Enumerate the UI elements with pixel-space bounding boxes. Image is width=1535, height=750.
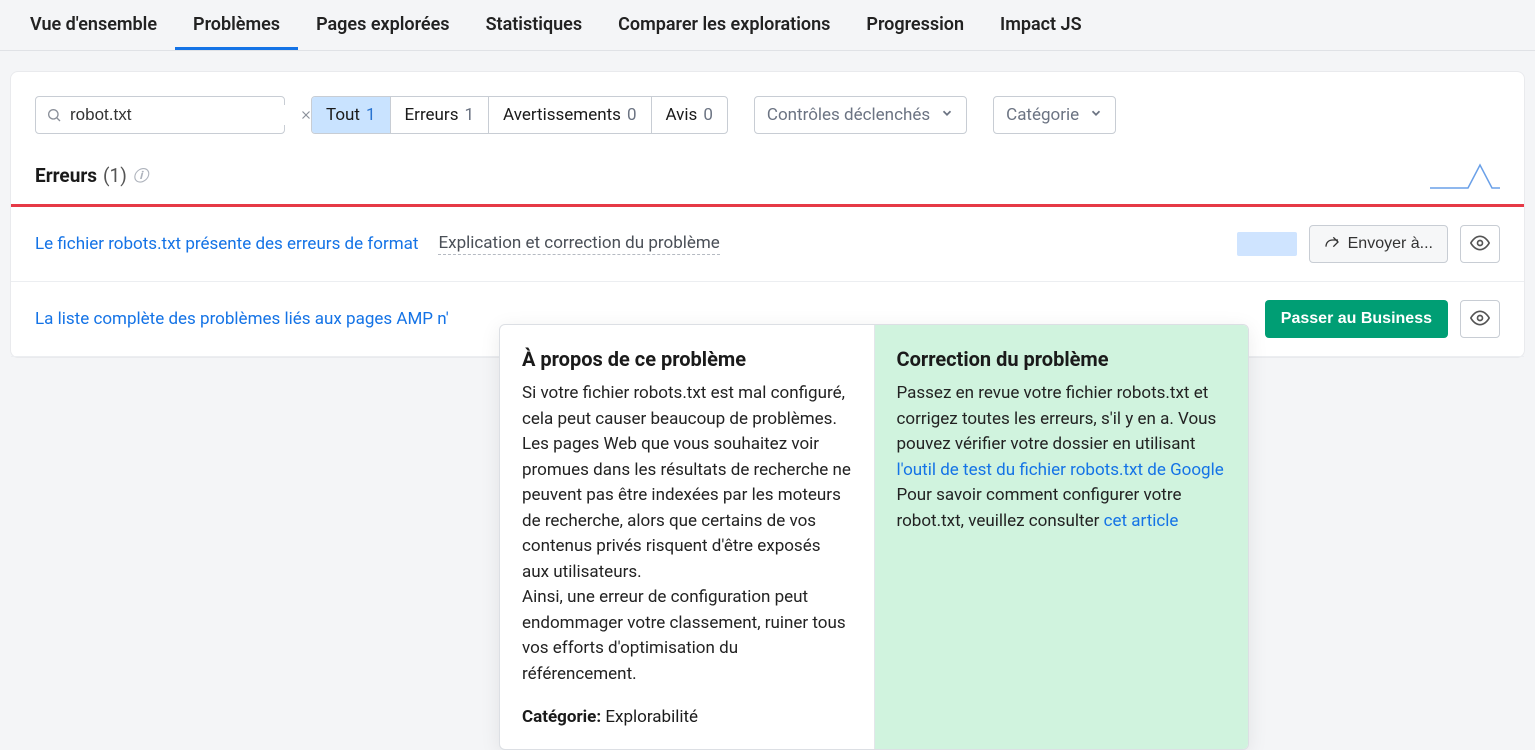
fix-heading: Correction du problème <box>897 347 1227 371</box>
search-icon <box>46 107 62 123</box>
issues-panel: Tout 1 Erreurs 1 Avertissements 0 Avis 0… <box>10 71 1525 358</box>
issue-suffix: n' <box>433 309 449 329</box>
fix-text-part: Passez en revue votre fichier robots.txt… <box>897 383 1217 454</box>
popover-fix: Correction du problème Passez en revue v… <box>875 325 1249 749</box>
nav-compare-crawls[interactable]: Comparer les explorations <box>600 0 848 50</box>
row-actions: Envoyer à... <box>1237 225 1500 263</box>
nav-progress[interactable]: Progression <box>848 0 982 50</box>
category-dropdown[interactable]: Catégorie <box>993 96 1116 134</box>
nav-js-impact[interactable]: Impact JS <box>982 0 1100 50</box>
about-text: Les pages Web que vous souhaitez voir pr… <box>522 432 852 585</box>
filter-errors-count: 1 <box>464 105 474 125</box>
filter-all-count: 1 <box>366 105 376 125</box>
filter-bar: Tout 1 Erreurs 1 Avertissements 0 Avis 0… <box>11 72 1524 152</box>
filter-notices-label: Avis <box>666 105 698 125</box>
view-button[interactable] <box>1460 225 1500 263</box>
issue-link[interactable]: La liste complète des problèmes liés aux… <box>35 309 433 329</box>
triggered-controls-label: Contrôles déclenchés <box>767 105 930 125</box>
eye-icon <box>1470 308 1490 331</box>
filter-notices[interactable]: Avis 0 <box>652 97 727 133</box>
share-arrow-icon <box>1324 234 1340 255</box>
category-key: Catégorie: <box>522 707 601 727</box>
send-to-label: Envoyer à... <box>1348 235 1433 253</box>
search-input[interactable] <box>70 105 291 125</box>
filter-warnings-count: 0 <box>627 105 637 125</box>
fix-text: Passez en revue votre fichier robots.txt… <box>897 381 1227 483</box>
filter-all[interactable]: Tout 1 <box>312 97 391 133</box>
search-box[interactable] <box>35 96 285 134</box>
about-text: Ainsi, une erreur de configuration peut … <box>522 585 852 687</box>
row-actions: Passer au Business <box>1223 300 1500 338</box>
filter-warnings-label: Avertissements <box>503 105 621 125</box>
fix-link-article[interactable]: cet article <box>1104 511 1179 531</box>
info-icon[interactable]: ⓘ <box>133 165 148 186</box>
fix-text: Pour savoir comment configurer votre rob… <box>897 483 1227 534</box>
section-count: (1) <box>103 164 127 187</box>
filter-errors[interactable]: Erreurs 1 <box>391 97 490 133</box>
type-filter: Tout 1 Erreurs 1 Avertissements 0 Avis 0 <box>311 96 728 134</box>
explanation-popover: À propos de ce problème Si votre fichier… <box>499 324 1249 750</box>
explanation-link[interactable]: Explication et correction du problème <box>438 233 719 255</box>
chevron-down-icon <box>940 105 954 125</box>
sparkline <box>1430 160 1500 190</box>
filter-all-label: Tout <box>326 105 360 125</box>
filter-warnings[interactable]: Avertissements 0 <box>489 97 651 133</box>
triggered-controls-dropdown[interactable]: Contrôles déclenchés <box>754 96 967 134</box>
filter-notices-count: 0 <box>703 105 713 125</box>
fix-link-robots-tool[interactable]: l'outil de test du fichier robots.txt de… <box>897 460 1224 480</box>
nav-issues[interactable]: Problèmes <box>175 0 298 50</box>
filter-errors-label: Erreurs <box>405 105 459 125</box>
top-nav: Vue d'ensemble Problèmes Pages explorées… <box>0 0 1535 51</box>
nav-crawled-pages[interactable]: Pages explorées <box>298 0 468 50</box>
category-label: Catégorie <box>1006 105 1079 125</box>
section-header: Erreurs (1) ⓘ <box>11 152 1524 204</box>
nav-statistics[interactable]: Statistiques <box>468 0 601 50</box>
popover-about: À propos de ce problème Si votre fichier… <box>500 325 875 749</box>
trend-chip <box>1237 232 1297 256</box>
section-title-text: Erreurs <box>35 164 97 187</box>
category-line: Catégorie: Explorabilité <box>522 707 852 727</box>
send-to-button[interactable]: Envoyer à... <box>1309 225 1448 263</box>
issue-row: Le fichier robots.txt présente des erreu… <box>11 207 1524 282</box>
eye-icon <box>1470 233 1490 256</box>
about-text: Si votre fichier robots.txt est mal conf… <box>522 381 852 432</box>
issue-link[interactable]: Le fichier robots.txt présente des erreu… <box>35 234 418 254</box>
chevron-down-icon <box>1089 105 1103 125</box>
upgrade-button[interactable]: Passer au Business <box>1265 300 1448 338</box>
category-value: Explorabilité <box>605 707 698 727</box>
nav-overview[interactable]: Vue d'ensemble <box>12 0 175 50</box>
view-button[interactable] <box>1460 300 1500 338</box>
section-title: Erreurs (1) ⓘ <box>35 164 148 187</box>
about-heading: À propos de ce problème <box>522 347 852 371</box>
